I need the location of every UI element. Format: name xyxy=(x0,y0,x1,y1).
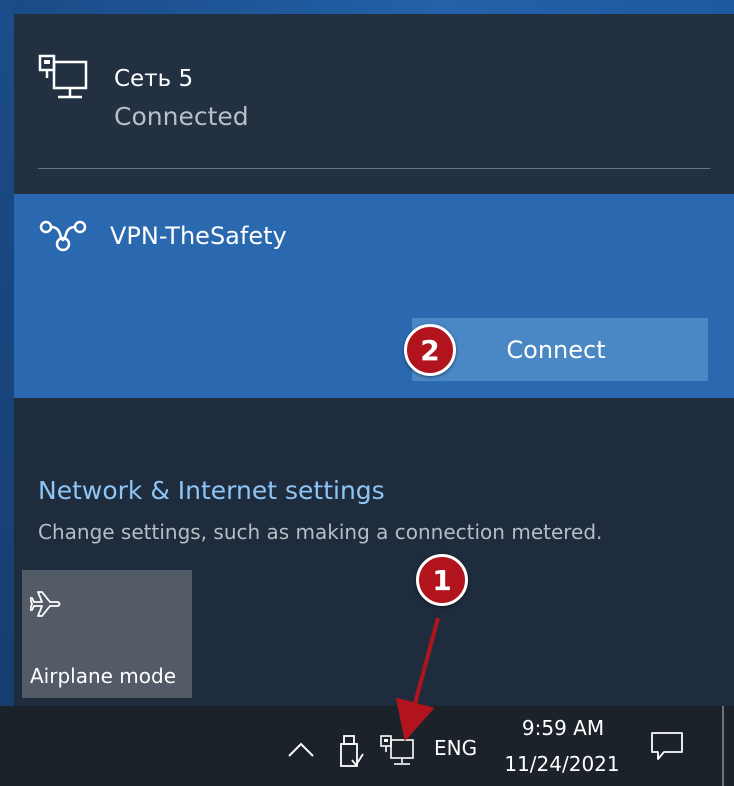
show-desktop-button[interactable] xyxy=(722,706,724,786)
airplane-mode-button[interactable]: Airplane mode xyxy=(22,570,192,698)
input-language-indicator[interactable]: ENG xyxy=(434,736,477,760)
desktop-background-edge xyxy=(0,0,14,706)
network-flyout: Сеть 5 Connected VPN-TheSafety Connect N… xyxy=(14,14,734,706)
network-settings-description: Change settings, such as making a connec… xyxy=(38,520,603,544)
divider xyxy=(38,168,710,169)
connect-button-label: Connect xyxy=(506,335,606,364)
desktop-background xyxy=(0,0,734,14)
show-hidden-icons-chevron-icon[interactable] xyxy=(286,740,316,758)
airplane-mode-label: Airplane mode xyxy=(30,664,177,688)
usb-eject-icon[interactable] xyxy=(338,734,364,768)
network-settings-link[interactable]: Network & Internet settings xyxy=(38,476,385,505)
network-status: Connected xyxy=(114,102,249,131)
annotation-step-2-badge: 2 xyxy=(404,324,456,376)
action-center-icon[interactable] xyxy=(650,730,684,762)
taskbar-clock-time[interactable]: 9:59 AM xyxy=(500,716,626,740)
taskbar-clock-date[interactable]: 11/24/2021 xyxy=(492,752,632,776)
network-tray-icon[interactable] xyxy=(380,734,414,766)
network-name: Сеть 5 xyxy=(114,66,194,92)
taskbar: ENG 9:59 AM 11/24/2021 xyxy=(0,706,734,786)
network-item-vpn[interactable]: VPN-TheSafety Connect xyxy=(14,194,734,398)
vpn-name: VPN-TheSafety xyxy=(110,222,287,250)
ethernet-icon xyxy=(38,54,88,99)
connect-button[interactable]: Connect xyxy=(412,318,708,381)
annotation-step-1-badge: 1 xyxy=(416,554,468,606)
network-item-ethernet[interactable]: Сеть 5 Connected xyxy=(14,14,734,194)
airplane-icon xyxy=(30,591,61,617)
vpn-icon xyxy=(39,220,87,252)
